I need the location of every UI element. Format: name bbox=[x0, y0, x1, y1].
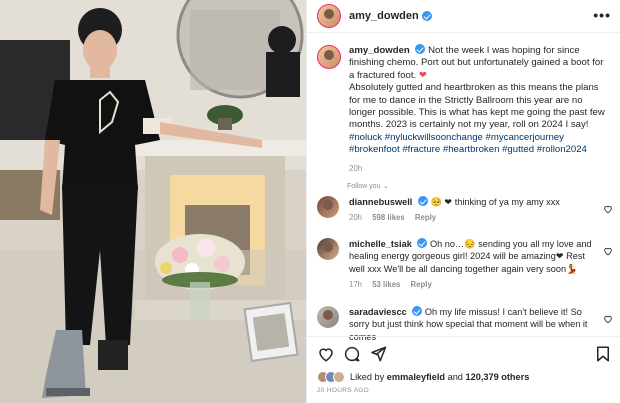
likes-count[interactable]: 120,379 others bbox=[465, 372, 529, 382]
caption-avatar[interactable] bbox=[317, 45, 341, 69]
reply-button[interactable]: Reply bbox=[411, 280, 432, 289]
post-header: amy_dowden ••• bbox=[307, 0, 620, 33]
bookmark-icon[interactable] bbox=[594, 345, 612, 363]
caption-hashtags[interactable]: #noluck #nyluckwillsoonchange #mycancerj… bbox=[349, 132, 587, 155]
chevron-down-icon: ⌄ bbox=[382, 183, 389, 190]
comment-meta: 20h 598 likes Reply bbox=[349, 212, 594, 224]
commenter-avatar[interactable] bbox=[317, 306, 339, 328]
comment-text: thinking of ya my amy xxx bbox=[454, 197, 560, 207]
verified-badge-icon bbox=[417, 238, 428, 248]
likes-user[interactable]: emmaleyfield bbox=[387, 372, 445, 382]
caption-timestamp: 20h bbox=[349, 163, 363, 173]
follow-you-text: Follow you bbox=[347, 183, 381, 190]
comment-likes[interactable]: 53 likes bbox=[372, 280, 400, 289]
comment-body: diannebuswell 🥺 ❤ thinking of ya my amy … bbox=[349, 196, 594, 225]
share-send-icon[interactable] bbox=[369, 345, 387, 363]
action-bar bbox=[307, 336, 620, 370]
comment-meta: 17h 53 likes Reply bbox=[349, 279, 594, 291]
author-username[interactable]: amy_dowden bbox=[349, 10, 419, 22]
post-photo-illustration bbox=[0, 0, 306, 403]
more-horizontal-icon[interactable]: ••• bbox=[593, 8, 611, 22]
verified-badge-icon bbox=[421, 11, 432, 21]
caption-username[interactable]: amy_dowden bbox=[349, 45, 410, 56]
post-caption: amy_dowden Not the week I was hoping for… bbox=[317, 44, 617, 175]
comment-item: michelle_tsiak Oh no…😔 sending you all m… bbox=[317, 238, 617, 292]
comment-username[interactable]: michelle_tsiak bbox=[349, 239, 412, 249]
heart-outline-icon[interactable] bbox=[603, 246, 613, 256]
likes-summary: Liked by emmaleyfield and 120,379 others bbox=[317, 371, 529, 383]
comment-username[interactable]: saradaviescc bbox=[349, 307, 407, 317]
comment-body: michelle_tsiak Oh no…😔 sending you all m… bbox=[349, 238, 594, 292]
post-photo bbox=[0, 0, 306, 403]
commenter-avatar[interactable] bbox=[317, 196, 339, 218]
follow-you-label: Follow you ⌄ bbox=[347, 180, 389, 190]
posted-time: 20 HOURS AGO bbox=[317, 387, 370, 394]
comment-item: diannebuswell 🥺 ❤ thinking of ya my amy … bbox=[317, 196, 617, 225]
commenter-avatar[interactable] bbox=[317, 238, 339, 260]
caption-text-2: Absolutely gutted and heartbroken as thi… bbox=[349, 82, 605, 131]
likes-middle: and bbox=[447, 372, 463, 382]
verified-badge-icon bbox=[417, 196, 428, 206]
comment-icon[interactable] bbox=[343, 345, 361, 363]
verified-badge-icon bbox=[412, 306, 423, 316]
reply-button[interactable]: Reply bbox=[415, 213, 436, 222]
likes-prefix: Liked by bbox=[350, 372, 385, 382]
comment-username[interactable]: diannebuswell bbox=[349, 197, 412, 207]
likes-text: Liked by emmaleyfield and 120,379 others bbox=[350, 372, 529, 382]
comment-likes[interactable]: 598 likes bbox=[372, 213, 405, 222]
comment-time: 17h bbox=[349, 280, 363, 290]
author-avatar[interactable] bbox=[317, 4, 341, 28]
comment-time: 20h bbox=[349, 213, 363, 223]
verified-badge-icon bbox=[415, 44, 426, 54]
heart-outline-icon[interactable] bbox=[603, 314, 613, 324]
caption-body: amy_dowden Not the week I was hoping for… bbox=[349, 44, 609, 175]
comment-emoji: 🥺 ❤ bbox=[430, 197, 453, 207]
post-panel: amy_dowden ••• amy_dowden Not the week I… bbox=[306, 0, 620, 403]
like-heart-icon[interactable] bbox=[317, 345, 335, 363]
caption-heart-emoji: ❤ bbox=[418, 69, 427, 81]
heart-outline-icon[interactable] bbox=[603, 204, 613, 214]
liker-avatar bbox=[333, 371, 345, 383]
